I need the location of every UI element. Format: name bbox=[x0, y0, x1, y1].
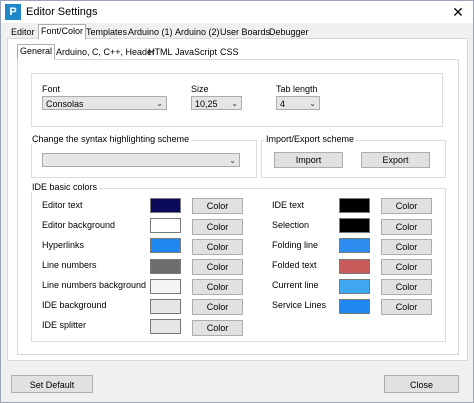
size-select[interactable]: 10,25 ⌄ bbox=[191, 96, 242, 110]
import-button[interactable]: Import bbox=[274, 152, 343, 168]
chevron-down-icon: ⌄ bbox=[309, 99, 316, 108]
close-button[interactable]: Close bbox=[384, 375, 459, 393]
folding-line-label: Folding line bbox=[272, 240, 319, 250]
title-bar: P Editor Settings ✕ bbox=[1, 1, 473, 23]
editor-text-swatch bbox=[150, 198, 181, 213]
tab-length-label: Tab length bbox=[276, 84, 318, 94]
hyperlinks-label: Hyperlinks bbox=[42, 240, 85, 250]
ide-background-color-button[interactable]: Color bbox=[192, 299, 243, 315]
tab-general[interactable]: General bbox=[17, 44, 56, 60]
font-label: Font bbox=[42, 84, 61, 94]
ide-text-color-button[interactable]: Color bbox=[381, 198, 432, 214]
line-numbers-background-label: Line numbers background bbox=[42, 280, 147, 290]
ide-background-swatch bbox=[150, 299, 181, 314]
tab-css[interactable]: CSS bbox=[217, 45, 242, 60]
folded-text-color-button[interactable]: Color bbox=[381, 259, 432, 275]
service-lines-label: Service Lines bbox=[272, 300, 327, 310]
tab-font-color[interactable]: Font/Color bbox=[38, 24, 87, 40]
folding-line-color-button[interactable]: Color bbox=[381, 239, 432, 255]
line-numbers-swatch bbox=[150, 259, 181, 274]
import-export-title: Import/Export scheme bbox=[264, 134, 357, 144]
editor-text-label: Editor text bbox=[42, 200, 83, 210]
editor-background-label: Editor background bbox=[42, 220, 116, 230]
tab-length-value: 4 bbox=[280, 99, 286, 109]
ide-colors-title: IDE basic colors bbox=[30, 182, 100, 192]
font-value: Consolas bbox=[46, 99, 84, 109]
syntax-scheme-group: ⌄ bbox=[31, 140, 257, 178]
size-value: 10,25 bbox=[195, 99, 218, 109]
syntax-scheme-select[interactable]: ⌄ bbox=[42, 153, 240, 167]
ide-splitter-swatch bbox=[150, 319, 181, 334]
folded-text-swatch bbox=[339, 259, 370, 274]
export-button[interactable]: Export bbox=[361, 152, 430, 168]
folded-text-label: Folded text bbox=[272, 260, 317, 270]
hyperlinks-swatch bbox=[150, 238, 181, 253]
tab-html[interactable]: HTML bbox=[145, 45, 176, 60]
service-lines-color-button[interactable]: Color bbox=[381, 299, 432, 315]
font-group: Font Consolas ⌄ Size 10,25 ⌄ Tab length … bbox=[31, 73, 443, 127]
ide-splitter-label: IDE splitter bbox=[42, 320, 87, 330]
folding-line-swatch bbox=[339, 238, 370, 253]
editor-background-swatch bbox=[150, 218, 181, 233]
ide-background-label: IDE background bbox=[42, 300, 107, 310]
set-default-button[interactable]: Set Default bbox=[11, 375, 93, 393]
tab-javascript[interactable]: JavaScript bbox=[172, 45, 220, 60]
current-line-swatch bbox=[339, 279, 370, 294]
hyperlinks-color-button[interactable]: Color bbox=[192, 239, 243, 255]
ide-text-swatch bbox=[339, 198, 370, 213]
line-numbers-label: Line numbers bbox=[42, 260, 97, 270]
chevron-down-icon: ⌄ bbox=[229, 156, 236, 165]
line-numbers-color-button[interactable]: Color bbox=[192, 259, 243, 275]
ide-text-label: IDE text bbox=[272, 200, 305, 210]
size-label: Size bbox=[191, 84, 209, 94]
selection-swatch bbox=[339, 218, 370, 233]
ide-splitter-color-button[interactable]: Color bbox=[192, 320, 243, 336]
line-numbers-background-color-button[interactable]: Color bbox=[192, 279, 243, 295]
editor-background-color-button[interactable]: Color bbox=[192, 219, 243, 235]
current-line-label: Current line bbox=[272, 280, 319, 290]
import-export-group: Import Export bbox=[261, 140, 446, 178]
line-numbers-background-swatch bbox=[150, 279, 181, 294]
chevron-down-icon: ⌄ bbox=[156, 99, 163, 108]
current-line-color-button[interactable]: Color bbox=[381, 279, 432, 295]
selection-color-button[interactable]: Color bbox=[381, 219, 432, 235]
ide-colors-group: Editor text Color Editor background Colo… bbox=[31, 188, 446, 342]
service-lines-swatch bbox=[339, 299, 370, 314]
selection-label: Selection bbox=[272, 220, 310, 230]
close-icon[interactable]: ✕ bbox=[443, 1, 473, 23]
editor-text-color-button[interactable]: Color bbox=[192, 198, 243, 214]
tab-arduino-c-cpp-header[interactable]: Arduino, C, C++, Header bbox=[53, 45, 158, 60]
general-panel: Font Consolas ⌄ Size 10,25 ⌄ Tab length … bbox=[17, 59, 459, 355]
font-select[interactable]: Consolas ⌄ bbox=[42, 96, 167, 110]
app-icon: P bbox=[5, 4, 21, 20]
window-title: Editor Settings bbox=[26, 6, 98, 18]
tab-length-select[interactable]: 4 ⌄ bbox=[276, 96, 320, 110]
syntax-scheme-title: Change the syntax highlighting scheme bbox=[30, 134, 192, 144]
chevron-down-icon: ⌄ bbox=[231, 99, 238, 108]
